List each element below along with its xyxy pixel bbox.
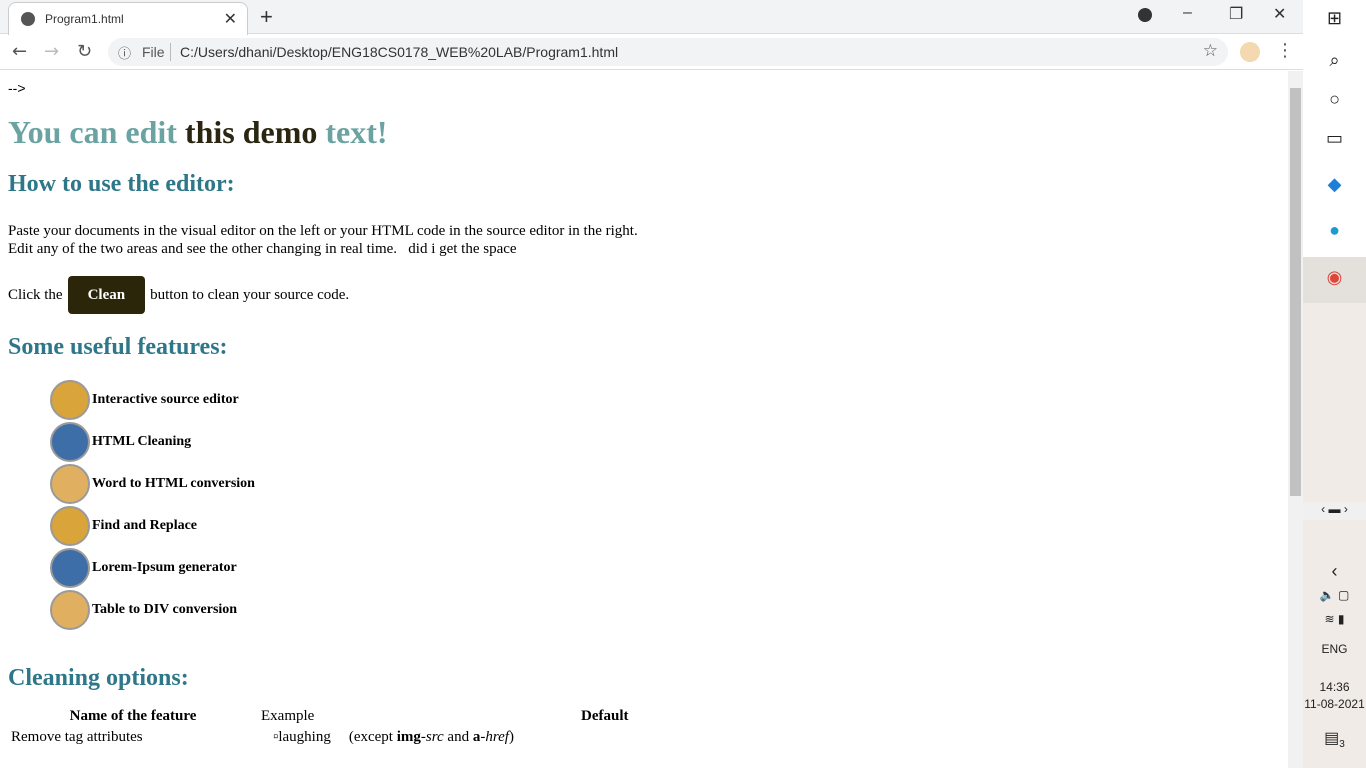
vscode-icon[interactable]: ◆ — [1303, 174, 1366, 195]
clock-date[interactable]: 11-08-2021 — [1303, 697, 1366, 711]
column-header: Example — [261, 708, 315, 724]
cell-example: ▫laughing (except img-src and a-href) — [258, 727, 578, 748]
windows-start-icon[interactable]: ⊞ — [1303, 8, 1366, 29]
text-line: Edit any of the two areas and see the ot… — [8, 241, 517, 257]
text: img — [396, 729, 421, 745]
menu-icon[interactable]: ⋮ — [1276, 40, 1294, 61]
list-item: HTML Cleaning — [50, 421, 1288, 463]
cell-default — [578, 727, 632, 748]
browser-chrome: Program1.html ✕ + – ❐ ✕ ← → ↻ ⓘ File C:/… — [0, 0, 1303, 71]
image-alt: laughing — [278, 729, 331, 745]
wifi-battery-icon[interactable]: ≋ ▮ — [1303, 612, 1366, 626]
column-header: Default — [581, 708, 629, 724]
address-bar[interactable]: ⓘ File C:/Users/dhani/Desktop/ENG18CS017… — [108, 38, 1228, 66]
restore-button[interactable]: ❐ — [1229, 4, 1243, 24]
text: ) — [508, 729, 514, 745]
task-view-icon[interactable]: ▭ — [1303, 128, 1366, 149]
feature-label: Interactive source editor — [92, 392, 239, 407]
instructions: Paste your documents in the visual edito… — [8, 222, 1288, 258]
text: src — [425, 729, 444, 745]
clean-button[interactable]: Clean — [67, 276, 146, 314]
forward-icon[interactable]: → — [44, 41, 59, 62]
text: button to clean your source code. — [150, 287, 350, 303]
bookmark-star-icon[interactable]: ☆ — [1203, 41, 1218, 61]
title-part: You can edit — [8, 114, 177, 150]
broom-icon — [50, 422, 90, 462]
divider — [170, 43, 171, 61]
tab-strip: Program1.html ✕ + – ❐ ✕ — [0, 0, 1303, 35]
taskbar-top — [1303, 0, 1366, 300]
heading-howto: How to use the editor: — [8, 171, 235, 197]
edge-icon[interactable]: ● — [1303, 220, 1366, 241]
notification-icon[interactable]: ▤3 — [1303, 728, 1366, 750]
page-content: --> You can edit this demo text! How to … — [8, 71, 1288, 768]
profile-avatar[interactable] — [1240, 42, 1260, 62]
table-icon — [50, 590, 90, 630]
list-item: Word to HTML conversion — [50, 463, 1288, 505]
globe-icon — [21, 12, 35, 26]
show-hidden-icons[interactable]: ‹ — [1303, 561, 1366, 582]
text: and — [443, 729, 473, 745]
except-text: (except — [348, 729, 397, 745]
file-label: File — [142, 44, 165, 60]
list-item: Lorem-Ipsum generator — [50, 547, 1288, 589]
info-icon[interactable]: ⓘ — [118, 43, 131, 62]
page-title: You can edit this demo text! — [8, 114, 1288, 151]
clean-paragraph: Click the Clean button to clean your sourc… — [8, 276, 1288, 314]
volume-icon[interactable]: 🔈 ▢ — [1303, 588, 1366, 602]
taskbar: ⊞ ⌕ ○ ▭ ◆ ● ◉ ‹ ▬ › ‹ 🔈 ▢ ≋ ▮ ENG 14:36 … — [1303, 0, 1366, 768]
feature-label: Table to DIV conversion — [92, 602, 238, 617]
feature-label: Word to HTML conversion — [92, 476, 255, 491]
heading-features: Some useful features: — [8, 334, 228, 360]
word-icon — [50, 464, 90, 504]
source-editor-icon — [50, 380, 90, 420]
reload-icon[interactable]: ↻ — [77, 41, 92, 62]
minimize-button[interactable]: – — [1183, 4, 1192, 22]
title-part: this demo — [184, 114, 318, 150]
scrollbar-thumb[interactable] — [1290, 88, 1301, 496]
feature-list: Interactive source editor HTML Cleaning … — [50, 379, 1288, 631]
cell-name: Remove tag attributes — [11, 729, 143, 745]
new-tab-button[interactable]: + — [260, 4, 273, 30]
horizontal-scroller[interactable]: ‹ ▬ › — [1303, 502, 1366, 520]
heading-cleaning: Cleaning options: — [8, 665, 189, 691]
language-indicator[interactable]: ENG — [1303, 642, 1366, 656]
feature-label: HTML Cleaning — [92, 434, 192, 449]
tab-title: Program1.html — [45, 12, 124, 26]
clock-time[interactable]: 14:36 — [1303, 680, 1366, 694]
comment-residue: --> — [8, 80, 26, 96]
text: href — [485, 729, 509, 745]
search-icon[interactable]: ⌕ — [1303, 50, 1366, 71]
cortana-icon[interactable]: ○ — [1303, 89, 1366, 110]
feature-label: Find and Replace — [92, 518, 198, 533]
magnifier-icon — [50, 506, 90, 546]
close-tab-icon[interactable]: ✕ — [224, 9, 237, 29]
chrome-icon[interactable]: ◉ — [1303, 257, 1366, 303]
table-row: Remove tag attributes ▫laughing (except i… — [8, 727, 632, 748]
cleaning-table: Name of the feature Example Default Remo… — [8, 706, 632, 748]
title-part: text! — [325, 114, 388, 150]
lorem-icon — [50, 548, 90, 588]
url-text[interactable]: C:/Users/dhani/Desktop/ENG18CS0178_WEB%2… — [180, 44, 618, 60]
text-line: Paste your documents in the visual edito… — [8, 223, 638, 239]
list-item: Find and Replace — [50, 505, 1288, 547]
table-header-row: Name of the feature Example Default — [8, 706, 632, 727]
text: Click the — [8, 287, 63, 303]
column-header: Name of the feature — [69, 708, 197, 724]
list-item: Interactive source editor — [50, 379, 1288, 421]
vertical-scrollbar[interactable] — [1288, 71, 1303, 768]
toolbar: ← → ↻ ⓘ File C:/Users/dhani/Desktop/ENG1… — [0, 34, 1303, 70]
close-window-button[interactable]: ✕ — [1273, 4, 1286, 24]
notification-count: 3 — [1339, 739, 1345, 751]
profile-dropdown-icon[interactable] — [1138, 8, 1152, 22]
list-item: Table to DIV conversion — [50, 589, 1288, 631]
back-icon[interactable]: ← — [12, 41, 27, 62]
tab-program1[interactable]: Program1.html ✕ — [8, 2, 248, 35]
feature-label: Lorem-Ipsum generator — [92, 560, 237, 575]
